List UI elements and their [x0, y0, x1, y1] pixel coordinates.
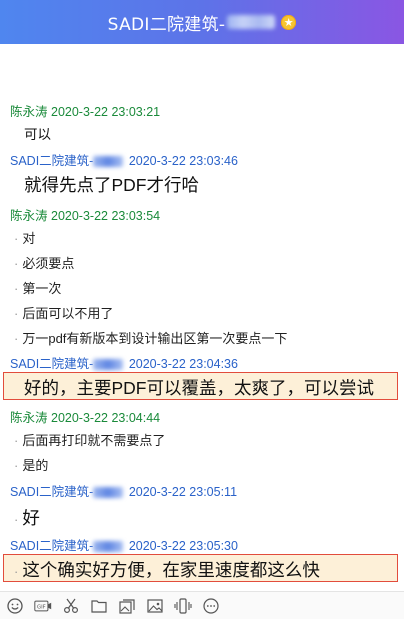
- message-header: SADI二院建筑- 2020-3-22 23:04:36: [10, 353, 238, 372]
- input-toolbar: GIF: [0, 591, 404, 619]
- message-header: 陈永涛 2020-3-22 23:04:44: [10, 407, 160, 426]
- image-gallery-icon[interactable]: [116, 597, 138, 615]
- message-time: 2020-3-22 23:04:36: [128, 357, 238, 371]
- highlighted-message: 好的，主要PDF可以覆盖，太爽了，可以尝试: [3, 372, 398, 400]
- message-time: 2020-3-22 23:05:11: [128, 485, 238, 499]
- message-text: · 这个确实好方便，在家里速度都这么快: [14, 560, 320, 580]
- message-time: 2020-3-22 23:04:44: [51, 411, 161, 425]
- window-title: SADI二院建筑-: [107, 14, 226, 35]
- sender-name: SADI二院建筑-: [10, 539, 94, 553]
- message-header: SADI二院建筑- 2020-3-22 23:05:30: [10, 535, 238, 554]
- chat-history[interactable]: . . . . . 陈永涛 2020-3-22 23:03:21 可以 SADI…: [0, 44, 404, 591]
- message-line: · 第一次: [14, 281, 62, 296]
- highlighted-message: · 这个确实好方便，在家里速度都这么快: [3, 554, 398, 582]
- window-titlebar[interactable]: SADI二院建筑- ★: [0, 0, 404, 44]
- sender-name: SADI二院建筑-: [10, 154, 94, 168]
- message-text: 好的，主要PDF可以覆盖，太爽了，可以尝试: [24, 378, 374, 398]
- message-text: 可以: [24, 127, 51, 142]
- more-icon[interactable]: [200, 597, 222, 615]
- scissors-icon[interactable]: [60, 597, 82, 615]
- message-line: · 对: [14, 231, 36, 246]
- message-header: SADI二院建筑- 2020-3-22 23:05:11: [10, 481, 237, 500]
- message-line: · 必须要点: [14, 256, 75, 271]
- redacted-name-part: [93, 487, 124, 499]
- message-header: 陈永涛 2020-3-22 23:03:54: [10, 205, 160, 224]
- message-time: 2020-3-22 23:05:30: [128, 539, 238, 553]
- message-time: 2020-3-22 23:03:54: [51, 209, 161, 223]
- redacted-title-part: [227, 15, 276, 29]
- message-time: 2020-3-22 23:03:46: [128, 154, 238, 168]
- message-time: 2020-3-22 23:03:21: [51, 105, 161, 119]
- redacted-name-part: [93, 359, 124, 371]
- sender-name: SADI二院建筑-: [10, 357, 94, 371]
- message-line: · 好: [14, 508, 40, 528]
- redacted-name-part: [93, 156, 124, 168]
- sender-name: 陈永涛: [10, 411, 48, 425]
- favorite-star-icon[interactable]: ★: [281, 14, 297, 30]
- message-line: · 万一pdf有新版本到设计输出区第一次要点一下: [14, 331, 288, 346]
- sender-name: SADI二院建筑-: [10, 485, 94, 499]
- partially-scrolled-text: . . . . .: [40, 86, 240, 92]
- svg-text:GIF: GIF: [37, 604, 46, 610]
- picture-icon[interactable]: [144, 597, 166, 615]
- message-line: · 是的: [14, 458, 49, 473]
- message-header: SADI二院建筑- 2020-3-22 23:03:46: [10, 150, 238, 169]
- message-text: 就得先点了PDF才行哈: [24, 175, 199, 195]
- sender-name: 陈永涛: [10, 105, 48, 119]
- folder-icon[interactable]: [88, 597, 110, 615]
- emoji-icon[interactable]: [4, 597, 26, 615]
- shake-icon[interactable]: [172, 597, 194, 615]
- redacted-name-part: [93, 541, 124, 553]
- message-line: · 后面再打印就不需要点了: [14, 433, 166, 448]
- gif-icon[interactable]: GIF: [32, 597, 54, 615]
- sender-name: 陈永涛: [10, 209, 48, 223]
- message-line: · 后面可以不用了: [14, 306, 114, 321]
- message-header: 陈永涛 2020-3-22 23:03:21: [10, 101, 160, 120]
